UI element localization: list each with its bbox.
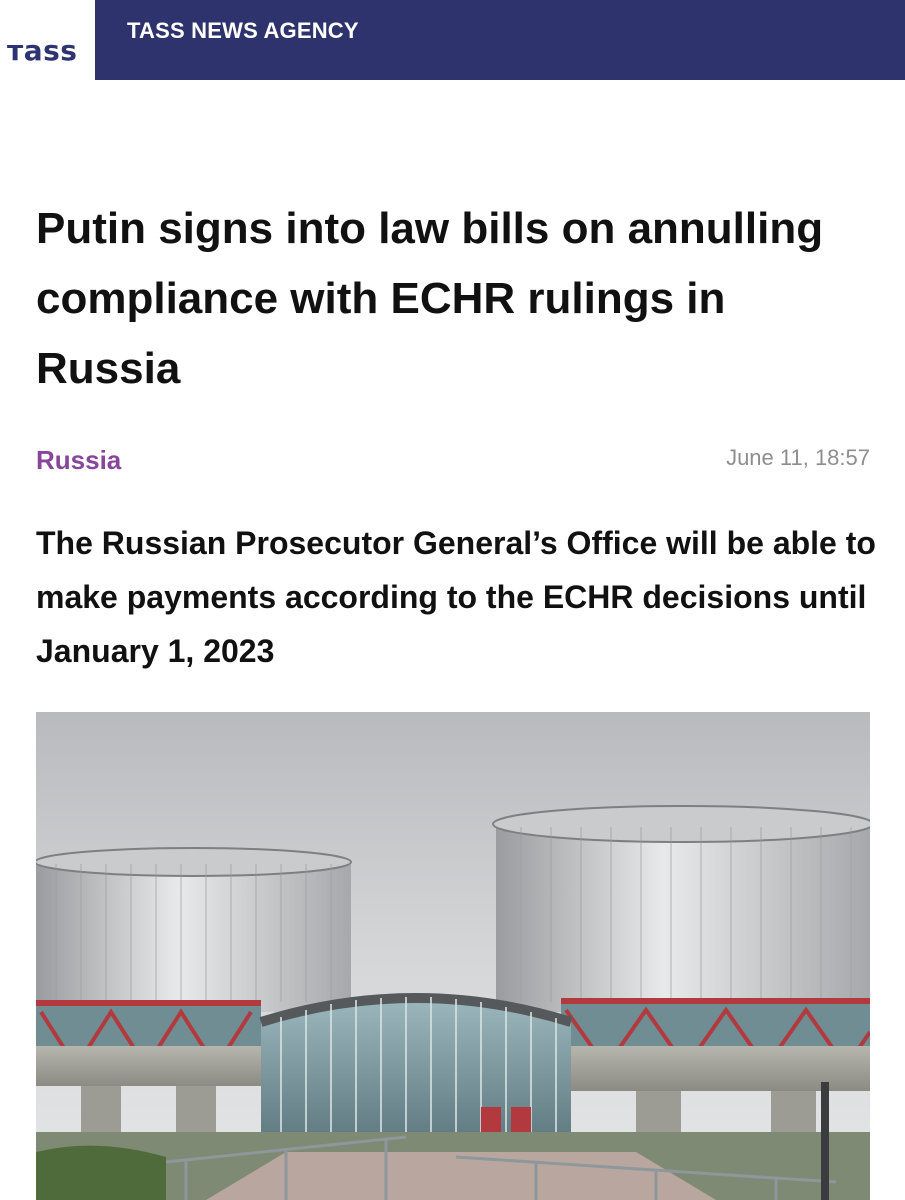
article-meta: Russia June 11, 18:57 — [36, 440, 870, 480]
article-photo — [36, 712, 870, 1200]
category-link[interactable]: Russia — [36, 445, 121, 476]
article-headline: Putin signs into law bills on annulling … — [36, 204, 824, 393]
building-photo — [36, 712, 870, 1200]
brand-band: TASS NEWS AGENCY — [95, 0, 905, 80]
top-bar: тass TASS NEWS AGENCY — [0, 0, 905, 80]
article-lede: The Russian Prosecutor General’s Office … — [36, 525, 876, 669]
publish-timestamp: June 11, 18:57 — [726, 445, 870, 470]
logo-text: тass — [7, 34, 78, 67]
brand-title[interactable]: TASS NEWS AGENCY — [127, 18, 359, 44]
logo[interactable]: тass — [0, 0, 95, 80]
